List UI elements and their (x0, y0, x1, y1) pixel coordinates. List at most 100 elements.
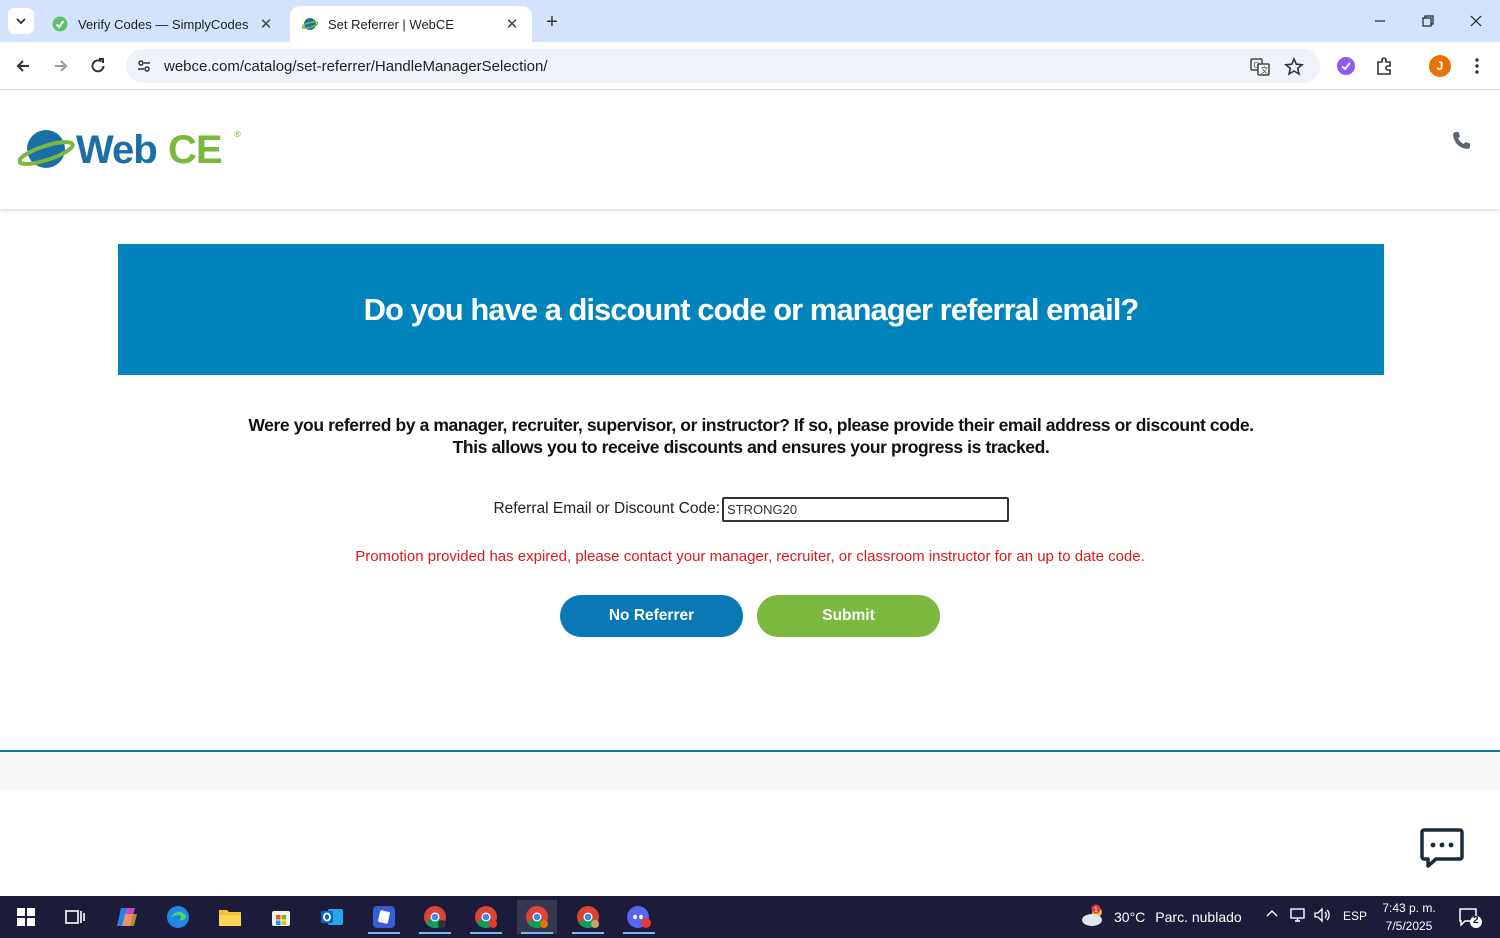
windows-logo-icon (17, 908, 35, 926)
app-icon (373, 906, 395, 928)
new-tab-button[interactable]: + (540, 10, 564, 34)
simplycodes-favicon-icon (52, 16, 68, 32)
input-language[interactable]: ESP (1343, 909, 1367, 923)
svg-text:CE: CE (168, 128, 222, 172)
discord-app[interactable] (619, 900, 659, 934)
outlook-app[interactable] (312, 900, 352, 934)
chrome-icon (475, 906, 497, 928)
referral-code-input[interactable] (722, 497, 1009, 522)
close-tab-icon[interactable]: ✕ (256, 14, 276, 34)
profile-initial: J (1429, 55, 1451, 77)
reload-icon (91, 58, 105, 73)
edge-app[interactable] (158, 900, 198, 934)
restore-icon (1422, 15, 1434, 27)
webce-favicon-icon (302, 16, 318, 32)
app-running-indicator (368, 932, 400, 934)
site-header: Web CE ® (0, 91, 1500, 209)
extensions-puzzle-icon[interactable] (1372, 54, 1396, 78)
tab-title: Set Referrer | WebCE (328, 16, 454, 32)
close-tab-icon[interactable]: ✕ (502, 14, 522, 34)
tab-simplycodes[interactable]: Verify Codes — SimplyCodes ✕ (40, 6, 286, 42)
tab-webce[interactable]: Set Referrer | WebCE ✕ (290, 6, 532, 42)
notification-center-button[interactable]: 2 (1450, 900, 1490, 934)
app-running-indicator (623, 932, 655, 934)
clock-date: 7/5/2025 (1385, 919, 1433, 933)
chevron-down-icon (16, 18, 26, 25)
error-message: Promotion provided has expired, please c… (355, 548, 1145, 565)
hero-banner: Do you have a discount code or manager r… (118, 244, 1384, 375)
weather-badge: 1 (1094, 907, 1098, 914)
store-icon (272, 911, 290, 926)
more-vert-icon (1475, 58, 1479, 74)
notification-count: 2 (1473, 915, 1479, 926)
chrome-profile-1-app[interactable] (415, 900, 455, 934)
extension-simplycodes-icon[interactable] (1334, 54, 1358, 78)
minimize-button[interactable] (1357, 6, 1403, 36)
minimize-icon (1375, 20, 1385, 22)
chevron-up-icon (1266, 909, 1278, 917)
weather-widget[interactable]: 1 30°C Parc. nublado (1080, 904, 1242, 930)
chrome-profile-2-app[interactable] (466, 900, 506, 934)
browser-tab-bar: Verify Codes — SimplyCodes ✕ Set Referre… (0, 0, 1500, 42)
file-explorer-app[interactable] (210, 900, 250, 934)
close-icon (1470, 15, 1482, 27)
svg-text:Web: Web (76, 128, 157, 172)
clock-time: 7:43 p. m. (1382, 901, 1436, 915)
site-settings-icon[interactable] (136, 58, 152, 79)
app-running-indicator (419, 932, 451, 934)
no-referrer-button[interactable]: No Referrer (560, 595, 743, 637)
close-window-button[interactable] (1453, 6, 1499, 36)
chrome-icon (424, 906, 446, 928)
intro-text: Were you referred by a manager, recruite… (118, 414, 1384, 458)
browser-menu-button[interactable] (1465, 54, 1489, 78)
weather-cloud-icon: 1 (1082, 904, 1102, 926)
taskbar-app-blue[interactable] (364, 900, 404, 934)
weather-temp: 30°C (1114, 909, 1146, 925)
chrome-icon (526, 906, 548, 928)
task-view-button[interactable] (55, 900, 95, 934)
app-running-indicator (572, 932, 604, 934)
reload-button[interactable] (84, 52, 112, 80)
tab-title: Verify Codes — SimplyCodes (78, 16, 249, 32)
copilot-app[interactable] (107, 900, 147, 934)
weather-desc: Parc. nublado (1155, 909, 1242, 925)
url-text: webce.com/catalog/set-referrer/HandleMan… (164, 58, 548, 75)
app-running-indicator (521, 932, 553, 934)
outlook-icon (321, 909, 343, 925)
arrow-right-icon (55, 60, 68, 72)
network-icon[interactable] (1289, 907, 1307, 926)
chrome-profile-3-app[interactable] (517, 900, 557, 934)
system-clock[interactable]: 7:43 p. m. 7/5/2025 (1376, 899, 1442, 935)
start-button[interactable] (6, 900, 46, 934)
chrome-icon (577, 906, 599, 928)
referral-field-label: Referral Email or Discount Code: (493, 500, 720, 517)
translate-icon[interactable]: G文 (1250, 57, 1270, 82)
footer-strip (0, 752, 1500, 790)
chrome-profile-4-app[interactable] (568, 900, 608, 934)
tab-search-button[interactable] (8, 8, 34, 34)
bookmark-star-icon[interactable] (1284, 57, 1304, 82)
volume-icon[interactable] (1313, 907, 1331, 926)
browser-toolbar: webce.com/catalog/set-referrer/HandleMan… (0, 42, 1500, 90)
submit-button[interactable]: Submit (757, 595, 940, 637)
webce-logo[interactable]: Web CE ® (17, 123, 258, 173)
forward-button[interactable] (47, 52, 75, 80)
profile-avatar[interactable]: J (1428, 54, 1452, 78)
restore-button[interactable] (1405, 6, 1451, 36)
folder-icon (219, 910, 241, 926)
phone-icon[interactable] (1449, 129, 1473, 153)
chat-icon (1420, 828, 1464, 868)
edge-icon (167, 906, 189, 928)
back-button[interactable] (9, 52, 37, 80)
show-hidden-icons-button[interactable] (1265, 907, 1279, 924)
address-bar[interactable]: webce.com/catalog/set-referrer/HandleMan… (126, 49, 1320, 83)
svg-text:®: ® (234, 129, 241, 139)
svg-text:文: 文 (1261, 65, 1269, 75)
app-running-indicator (470, 932, 502, 934)
task-view-icon (65, 910, 85, 924)
discord-icon (627, 906, 651, 928)
microsoft-store-app[interactable] (261, 900, 301, 934)
intro-line-1: Were you referred by a manager, recruite… (248, 415, 1254, 435)
notification-icon (1459, 908, 1482, 928)
chat-widget-button[interactable] (1414, 820, 1470, 876)
